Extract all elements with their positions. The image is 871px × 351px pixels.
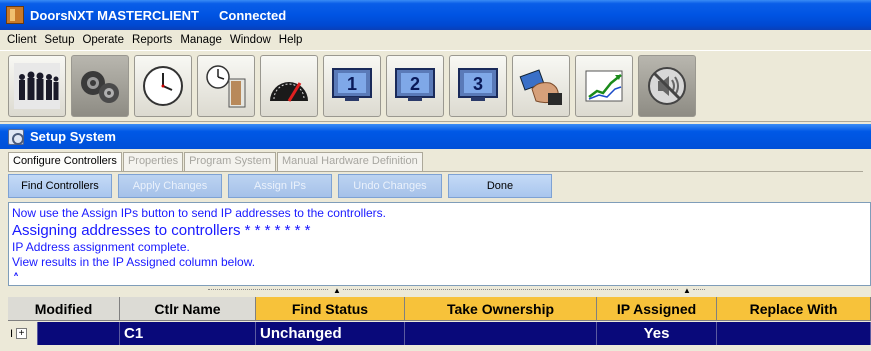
col-take-ownership[interactable]: Take Ownership [405, 297, 597, 321]
splitter-grip-middle [343, 289, 678, 290]
people-icon [14, 63, 60, 109]
message-line: IP Address assignment complete. [12, 240, 190, 254]
menu-reports[interactable]: Reports [128, 34, 176, 46]
monitor-1-button[interactable]: 1 [323, 55, 381, 117]
hand-card-button[interactable] [512, 55, 570, 117]
setup-system-titlebar[interactable]: Setup System [0, 124, 871, 149]
gears-button[interactable] [71, 55, 129, 117]
tab-properties[interactable]: Properties [122, 152, 184, 171]
chart-trend-button[interactable] [575, 55, 633, 117]
clock-button[interactable] [134, 55, 192, 117]
cell-modified[interactable] [38, 322, 120, 345]
col-ctlr-name[interactable]: Ctlr Name [120, 297, 256, 321]
chart-trend-icon [585, 70, 623, 102]
tab-manual-hardware-definition[interactable]: Manual Hardware Definition [277, 152, 423, 171]
expand-plus-icon[interactable]: + [16, 328, 28, 339]
message-line-partial: A [12, 270, 867, 276]
grid-header: Modified Ctlr Name Find Status Take Owne… [8, 297, 871, 321]
gears-icon [81, 71, 119, 103]
col-find-status[interactable]: Find Status [256, 297, 405, 321]
setup-gear-icon [8, 128, 24, 145]
tab-program-system[interactable]: Program System [184, 152, 276, 171]
tab-divider [8, 171, 863, 172]
col-modified[interactable]: Modified [8, 297, 120, 321]
cell-ip-assigned[interactable]: Yes [597, 322, 717, 345]
main-window: DoorsNXT MASTERCLIENT Connected Client S… [0, 0, 871, 351]
menu-client[interactable]: Client [3, 34, 40, 46]
monitor-2-button[interactable]: 2 [386, 55, 444, 117]
splitter-grip-right [693, 289, 705, 290]
speedometer-icon [270, 82, 308, 102]
speedometer-button[interactable] [260, 55, 318, 117]
title-bar[interactable]: DoorsNXT MASTERCLIENT Connected [0, 0, 871, 30]
message-line: View results in the IP Assigned column b… [12, 255, 256, 269]
apply-changes-button[interactable]: Apply Changes [118, 174, 222, 198]
people-button[interactable] [8, 55, 66, 117]
menu-manage[interactable]: Manage [176, 34, 226, 46]
window-title: DoorsNXT MASTERCLIENT [30, 7, 199, 23]
monitor-3-icon: 3 [458, 68, 498, 101]
cell-ctlr-name[interactable]: C1 [120, 322, 256, 345]
row-indicator: I [10, 327, 14, 340]
sound-off-icon [648, 67, 686, 105]
menu-bar: Client Setup Operate Reports Manage Wind… [0, 30, 871, 50]
message-line: Assigning addresses to controllers * * *… [12, 222, 311, 239]
sound-off-button[interactable] [638, 55, 696, 117]
clock-door-button[interactable] [197, 55, 255, 117]
monitor-1-icon: 1 [332, 68, 372, 101]
splitter-grip-left [208, 289, 328, 290]
svg-text:1: 1 [347, 74, 357, 94]
setup-system-title: Setup System [30, 129, 116, 144]
clock-icon [143, 66, 183, 106]
svg-text:3: 3 [473, 74, 483, 94]
tab-configure-controllers[interactable]: Configure Controllers [8, 152, 122, 171]
setup-tabs: Configure Controllers Properties Program… [8, 152, 424, 172]
done-button[interactable]: Done [448, 174, 552, 198]
splitter-up-arrow-icon[interactable]: ▲ [333, 286, 341, 295]
col-replace-with[interactable]: Replace With [717, 297, 871, 321]
message-log[interactable]: Now use the Assign IPs button to send IP… [8, 202, 871, 286]
clock-door-icon [206, 65, 246, 108]
message-line: Now use the Assign IPs button to send IP… [12, 206, 386, 220]
grid-bottom-area [8, 345, 871, 351]
menu-window[interactable]: Window [226, 34, 275, 46]
monitor-3-button[interactable]: 3 [449, 55, 507, 117]
cell-replace-with[interactable] [717, 322, 871, 345]
app-icon [6, 6, 24, 24]
cell-find-status[interactable]: Unchanged [256, 322, 405, 345]
menu-operate[interactable]: Operate [78, 34, 128, 46]
controllers-grid: Modified Ctlr Name Find Status Take Owne… [8, 297, 871, 351]
assign-ips-button[interactable]: Assign IPs [228, 174, 332, 198]
monitor-2-icon: 2 [395, 68, 435, 101]
col-ip-assigned[interactable]: IP Assigned [597, 297, 717, 321]
hand-card-icon [519, 69, 562, 105]
undo-changes-button[interactable]: Undo Changes [338, 174, 442, 198]
toolbar: 1 2 3 [0, 50, 871, 122]
menu-setup[interactable]: Setup [40, 34, 78, 46]
find-controllers-button[interactable]: Find Controllers [8, 174, 112, 198]
table-row[interactable]: I + C1 Unchanged Yes [8, 322, 871, 345]
menu-help[interactable]: Help [275, 34, 307, 46]
action-buttons: Find Controllers Apply Changes Assign IP… [8, 174, 558, 200]
svg-text:2: 2 [410, 74, 420, 94]
cell-take-ownership[interactable] [405, 322, 597, 345]
pane-splitter[interactable]: ▲ ▲ [8, 286, 871, 295]
splitter-up-arrow-icon[interactable]: ▲ [683, 286, 691, 295]
connection-status: Connected [219, 7, 287, 23]
row-header[interactable]: I + [8, 322, 38, 345]
